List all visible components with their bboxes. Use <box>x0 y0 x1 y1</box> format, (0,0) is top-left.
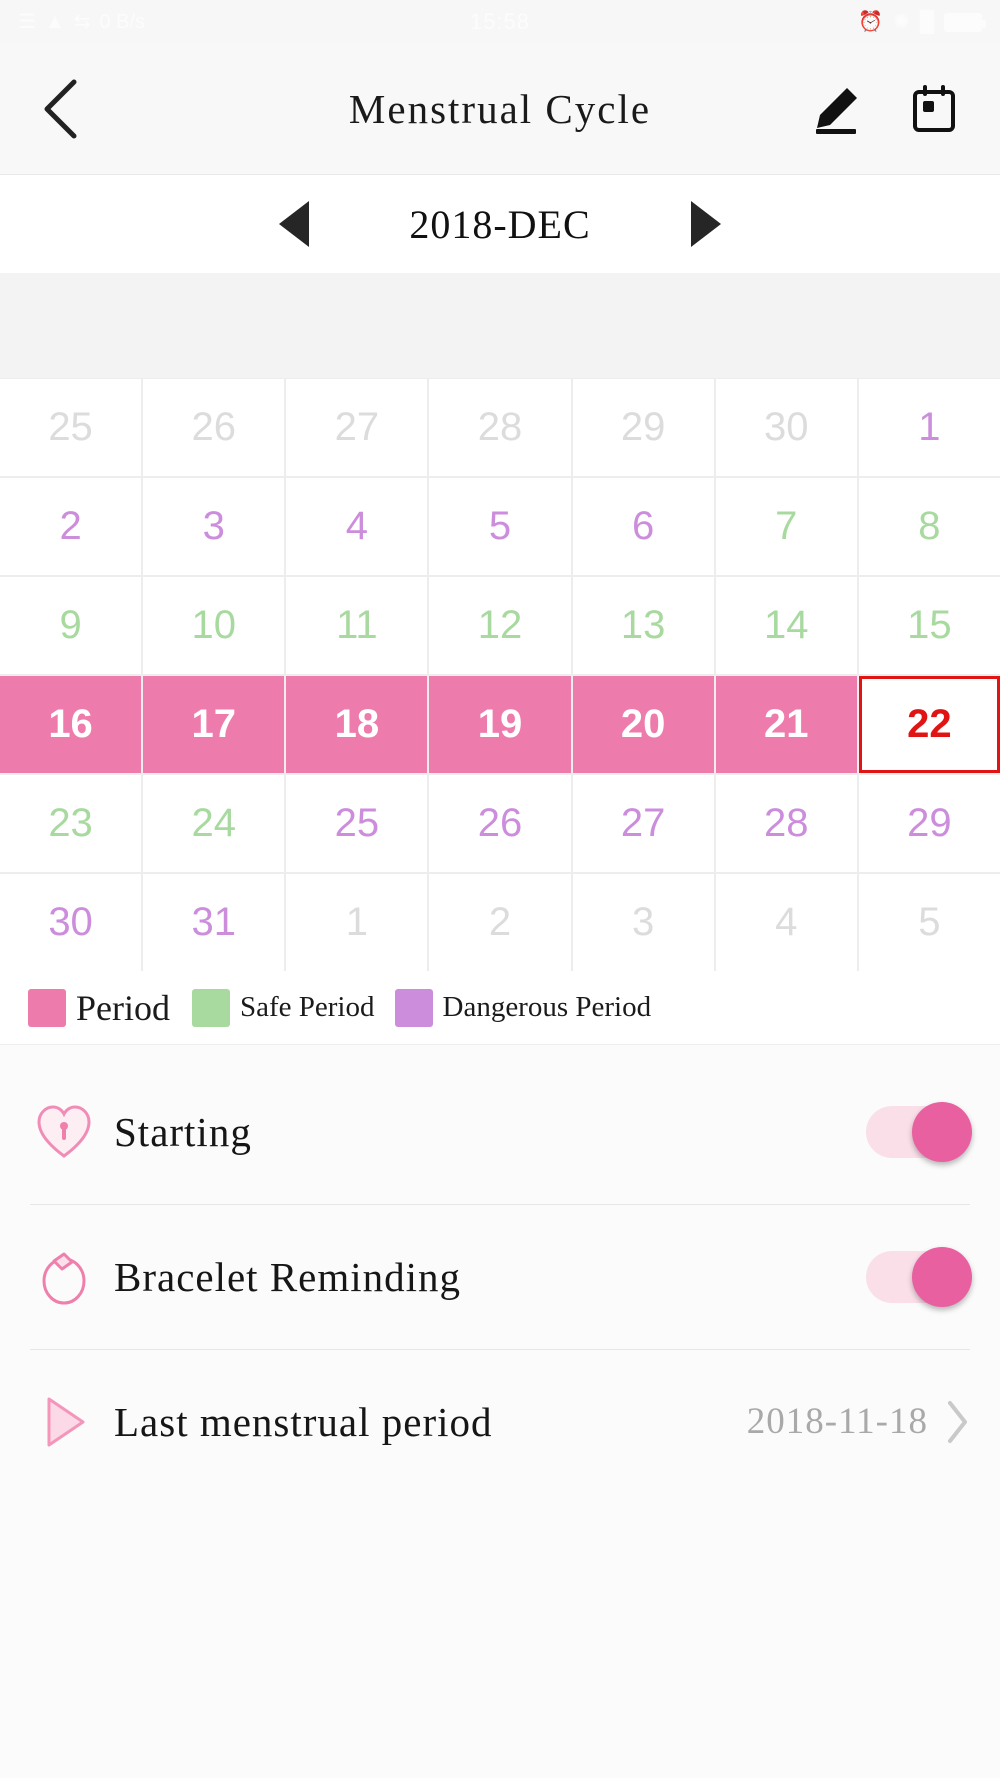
setting-label: Last menstrual period <box>114 1398 493 1445</box>
setting-label: Bracelet Reminding <box>114 1253 462 1300</box>
weekday-cell <box>143 273 286 378</box>
calendar-day[interactable]: 7 <box>715 478 857 575</box>
chevron-left-icon <box>44 79 77 139</box>
calendar-day[interactable]: 26 <box>143 379 285 476</box>
calendar-legend: Period Safe Period Dangerous Period <box>0 971 1000 1045</box>
calendar-day[interactable]: 23 <box>0 775 142 872</box>
calendar-day[interactable]: 3 <box>572 874 714 971</box>
bracelet-reminding-toggle[interactable] <box>866 1246 972 1307</box>
calendar-day[interactable]: 9 <box>0 577 142 674</box>
app-header: Menstrual Cycle <box>0 44 1000 175</box>
calendar-day[interactable]: 1 <box>286 874 428 971</box>
menstrual-cycle-screen: ☰ ▲ ⇆ 0 B/s 15:58 ⏰ ✺ █ Menstrual Cycle <box>0 0 1000 1778</box>
legend-swatch <box>394 988 433 1027</box>
heart-lock-icon <box>32 1104 96 1160</box>
calendar-day[interactable]: 8 <box>858 478 1000 575</box>
calendar-day[interactable]: 2 <box>0 478 142 575</box>
calendar-day[interactable]: 12 <box>429 577 571 674</box>
calendar-day[interactable]: 2 <box>429 874 571 971</box>
next-month-button[interactable] <box>691 201 721 247</box>
calendar-day[interactable]: 30 <box>715 379 857 476</box>
calendar-day[interactable]: 20 <box>572 676 714 773</box>
toggle-knob <box>912 1101 972 1162</box>
calendar-day[interactable]: 3 <box>143 478 285 575</box>
legend-item: Dangerous Period <box>394 988 652 1027</box>
starting-toggle[interactable] <box>866 1101 972 1162</box>
battery-icon <box>944 12 986 32</box>
calendar-day[interactable]: 4 <box>715 874 857 971</box>
calendar-day[interactable]: 22 <box>858 676 1000 773</box>
calendar-day[interactable]: 28 <box>429 379 571 476</box>
legend-item: Safe Period <box>192 988 395 1027</box>
calendar-day[interactable]: 5 <box>858 874 1000 971</box>
bracelet-icon <box>32 1248 96 1306</box>
calendar-day[interactable]: 29 <box>858 775 1000 872</box>
weekday-cell <box>0 273 143 378</box>
calendar-day[interactable]: 28 <box>715 775 857 872</box>
pencil-edit-icon[interactable] <box>810 83 862 135</box>
calendar-day[interactable]: 17 <box>143 676 285 773</box>
calendar-day[interactable]: 14 <box>715 577 857 674</box>
calendar-day[interactable]: 11 <box>286 577 428 674</box>
status-bar-right: ⏰ ✺ █ <box>858 11 986 33</box>
calendar-day[interactable]: 4 <box>286 478 428 575</box>
calendar: 25 26 27 28 29 30 1 2 3 4 5 6 7 8 9 10 11 12 13 14 15 16 17 18 1… <box>0 273 1000 971</box>
calendar-day[interactable]: 13 <box>572 577 714 674</box>
chevron-right-icon[interactable] <box>944 1399 970 1445</box>
calendar-day[interactable]: 25 <box>286 775 428 872</box>
month-label: 2018-DEC <box>409 201 591 247</box>
signal-bars-icon: █ <box>919 11 934 33</box>
weekday-header <box>0 273 1000 378</box>
calendar-day[interactable]: 6 <box>572 478 714 575</box>
calendar-day[interactable]: 30 <box>0 874 142 971</box>
legend-label: Dangerous Period <box>442 991 652 1023</box>
calendar-day[interactable]: 15 <box>858 577 1000 674</box>
header-actions <box>810 83 960 135</box>
calendar-day[interactable]: 29 <box>572 379 714 476</box>
setting-control <box>866 1101 972 1162</box>
calendar-day[interactable]: 19 <box>429 676 571 773</box>
setting-control: 2018-11-18 <box>747 1399 970 1445</box>
calendar-day[interactable]: 26 <box>429 775 571 872</box>
alarm-icon: ⏰ <box>858 11 884 33</box>
setting-label: Starting <box>114 1108 252 1155</box>
toggle-knob <box>912 1246 972 1307</box>
calendar-day[interactable]: 31 <box>143 874 285 971</box>
status-bar: ☰ ▲ ⇆ 0 B/s 15:58 ⏰ ✺ █ <box>0 0 1000 44</box>
calendar-day[interactable]: 16 <box>0 676 142 773</box>
calendar-icon[interactable] <box>908 83 960 135</box>
setting-row-bracelet-reminding[interactable]: Bracelet Reminding <box>0 1204 1000 1349</box>
setting-control <box>866 1246 972 1307</box>
legend-label: Period <box>76 987 170 1028</box>
last-period-date: 2018-11-18 <box>746 1401 928 1442</box>
weekday-cell <box>857 273 1000 378</box>
bluetooth-icon: ✺ <box>893 11 910 33</box>
legend-swatch <box>28 988 66 1027</box>
setting-row-last-menstrual-period[interactable]: Last menstrual period 2018-11-18 <box>0 1349 1000 1494</box>
calendar-day[interactable]: 1 <box>858 379 1000 476</box>
month-navigator: 2018-DEC <box>0 175 1000 273</box>
legend-item: Period <box>28 987 192 1029</box>
weekday-cell <box>429 273 572 378</box>
play-triangle-icon <box>32 1393 96 1451</box>
back-button[interactable] <box>40 74 100 144</box>
calendar-day[interactable]: 25 <box>0 379 142 476</box>
legend-swatch <box>192 988 230 1027</box>
weekday-cell <box>571 273 714 378</box>
calendar-day[interactable]: 27 <box>286 379 428 476</box>
prev-month-button[interactable] <box>279 201 309 247</box>
calendar-grid: 25 26 27 28 29 30 1 2 3 4 5 6 7 8 9 10 11 12 13 14 15 16 17 18 1… <box>0 378 1000 971</box>
calendar-day[interactable]: 18 <box>286 676 428 773</box>
calendar-day[interactable]: 21 <box>715 676 857 773</box>
calendar-day[interactable]: 24 <box>143 775 285 872</box>
weekday-cell <box>714 273 857 378</box>
setting-row-starting[interactable]: Starting <box>0 1059 1000 1204</box>
calendar-day[interactable]: 27 <box>572 775 714 872</box>
weekday-cell <box>286 273 429 378</box>
status-bar-clock: 15:58 <box>469 9 531 34</box>
legend-label: Safe Period <box>240 991 375 1023</box>
calendar-day[interactable]: 5 <box>429 478 571 575</box>
calendar-day[interactable]: 10 <box>143 577 285 674</box>
settings-list: Starting Bracelet Reminding Last menstru… <box>0 1045 1000 1494</box>
